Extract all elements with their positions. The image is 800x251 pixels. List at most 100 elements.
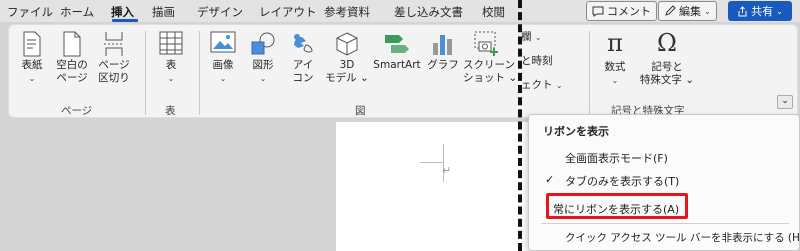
smartart-icon — [385, 35, 409, 53]
group-divider — [589, 31, 590, 115]
ribbon-display-options-button[interactable]: ⌄ — [777, 95, 793, 109]
page-break-icon — [104, 32, 124, 56]
icons-button[interactable]: アイ コン — [289, 31, 317, 85]
pictures-button[interactable]: 画像 ⌄ — [207, 31, 239, 85]
menu-item-show-tabs-only[interactable]: タブのみを表示する(T) — [565, 173, 679, 189]
page-break-label-2: 区切り — [98, 72, 130, 84]
menu-item-hide-quick-access[interactable]: クイック アクセス ツール バーを非表示にする (H) — [565, 230, 800, 245]
smartart-button[interactable]: SmartArt — [369, 31, 425, 72]
chevron-down-icon: ⌄ — [28, 74, 36, 83]
shapes-icon — [251, 32, 275, 55]
comment-button[interactable]: コメント — [586, 1, 657, 21]
table-button[interactable]: 表 ⌄ — [157, 31, 185, 85]
cover-page-icon — [23, 31, 41, 57]
pencil-icon — [665, 5, 676, 16]
bar-chart-icon — [433, 35, 452, 55]
group-divider — [145, 31, 146, 115]
pictures-label: 画像 — [212, 59, 234, 71]
tab-home[interactable]: ホーム — [60, 4, 94, 20]
comment-label: コメント — [607, 5, 651, 18]
object-item[interactable]: ェクト ⌄ — [521, 79, 563, 92]
equation-label: 数式 — [604, 61, 626, 73]
ribbon-tab-bar: ファイル ホーム 挿入 描画 デザイン レイアウト 参考資料 差し込み文書 校閲… — [0, 0, 800, 22]
cube-icon — [336, 32, 358, 56]
chevron-down-icon: ⌄ — [259, 74, 267, 83]
table-group-label: 表 — [165, 105, 176, 117]
tab-references[interactable]: 参考資料 — [324, 4, 370, 20]
page-break-button[interactable]: ページ 区切り — [97, 31, 131, 85]
tab-design[interactable]: デザイン — [197, 4, 243, 20]
header-footer-label: 欄 — [521, 31, 532, 43]
highlight-annotation — [546, 193, 688, 219]
omega-icon: Ω — [657, 29, 677, 57]
menu-divider — [541, 223, 789, 224]
edit-mode-label: 編集 — [679, 5, 701, 18]
cover-page-label: 表紙 — [21, 59, 43, 71]
shapes-label: 図形 — [252, 59, 274, 71]
3d-models-label-1: 3D — [339, 59, 355, 71]
tab-file[interactable]: ファイル — [7, 4, 53, 20]
icons-icon — [294, 34, 313, 53]
symbol-label-2: 特殊文字 ⌄ — [639, 74, 695, 86]
icons-label-2: コン — [292, 72, 314, 84]
comment-icon — [592, 6, 604, 17]
equation-button[interactable]: π 数式 ⌄ — [597, 29, 633, 87]
chevron-down-icon: ⌄ — [534, 33, 542, 42]
dashed-divider — [518, 0, 522, 251]
chart-label: グラフ — [427, 59, 459, 71]
chevron-down-icon: ⌄ — [555, 81, 563, 90]
smartart-label: SmartArt — [373, 59, 421, 71]
header-footer-item[interactable]: 欄 ⌄ — [521, 31, 542, 44]
pi-icon: π — [607, 29, 623, 57]
margin-guide — [420, 162, 444, 163]
picture-icon — [210, 31, 236, 53]
blank-page-button[interactable]: 空白の ページ — [55, 31, 89, 85]
3d-models-button[interactable]: 3D モデル ⌄ — [325, 31, 369, 85]
tab-review[interactable]: 校閲 — [482, 4, 505, 20]
tab-layout[interactable]: レイアウト — [259, 4, 317, 20]
share-button[interactable]: 共有 ⌄ — [728, 1, 792, 21]
active-tab-indicator — [112, 19, 138, 22]
chevron-down-icon: ⌄ — [219, 74, 227, 83]
chevron-down-icon: ⌄ — [781, 96, 789, 106]
menu-item-full-screen[interactable]: 全画面表示モード(F) — [565, 150, 668, 166]
chevron-down-icon: ⌄ — [611, 76, 619, 85]
ribbon-display-options-menu: リボンを表示 全画面表示モード(F) ✓ タブのみを表示する(T) 常にリボンを… — [528, 114, 800, 251]
blank-page-icon — [63, 31, 81, 57]
symbol-label-1: 記号と — [651, 61, 683, 73]
symbol-button[interactable]: Ω 記号と 特殊文字 ⌄ — [639, 29, 695, 87]
chevron-down-icon: ⌄ — [167, 74, 175, 83]
page-break-label-1: ページ — [98, 59, 130, 71]
screenshot-label-2: ショット ⌄ — [463, 72, 518, 84]
cover-page-button[interactable]: 表紙 ⌄ — [17, 31, 47, 85]
table-icon — [159, 31, 183, 55]
screenshot-label-1: スクリーン — [463, 59, 515, 71]
date-time-label: と時刻 — [521, 55, 553, 67]
date-time-item[interactable]: と時刻 — [521, 55, 553, 68]
share-icon — [738, 5, 747, 16]
table-label: 表 — [165, 59, 177, 71]
tab-insert[interactable]: 挿入 — [111, 4, 134, 20]
3d-models-label-2: モデル ⌄ — [325, 72, 369, 84]
screenshot-icon — [474, 31, 498, 56]
ribbon-panel: 表紙 ⌄ 空白の ページ ページ 区切り ページ 表 ⌄ 表 画像 ⌄ 図形 ⌄… — [8, 24, 798, 118]
chevron-down-icon: ⌄ — [704, 6, 711, 16]
edit-mode-button[interactable]: 編集 ⌄ — [658, 1, 717, 21]
blank-page-label-1: 空白の — [56, 59, 88, 71]
tab-mailings[interactable]: 差し込み文書 — [394, 4, 463, 20]
screenshot-button[interactable]: スクリーン ショット ⌄ — [463, 31, 518, 85]
illustrations-group-label: 図 — [355, 105, 366, 117]
object-label: ェクト — [521, 79, 553, 91]
menu-title: リボンを表示 — [543, 125, 609, 138]
chart-button[interactable]: グラフ — [427, 31, 459, 72]
document-page[interactable]: ↵ — [336, 122, 536, 251]
blank-page-label-2: ページ — [56, 72, 88, 84]
paragraph-mark: ↵ — [442, 164, 452, 177]
page-group-label: ページ — [61, 105, 93, 117]
shapes-button[interactable]: 図形 ⌄ — [247, 31, 279, 85]
share-label: 共有 — [751, 5, 774, 18]
tab-draw[interactable]: 描画 — [152, 4, 175, 20]
chevron-down-icon: ⌄ — [776, 6, 783, 16]
icons-label-1: アイ — [292, 59, 314, 71]
checkmark-icon: ✓ — [545, 173, 555, 186]
